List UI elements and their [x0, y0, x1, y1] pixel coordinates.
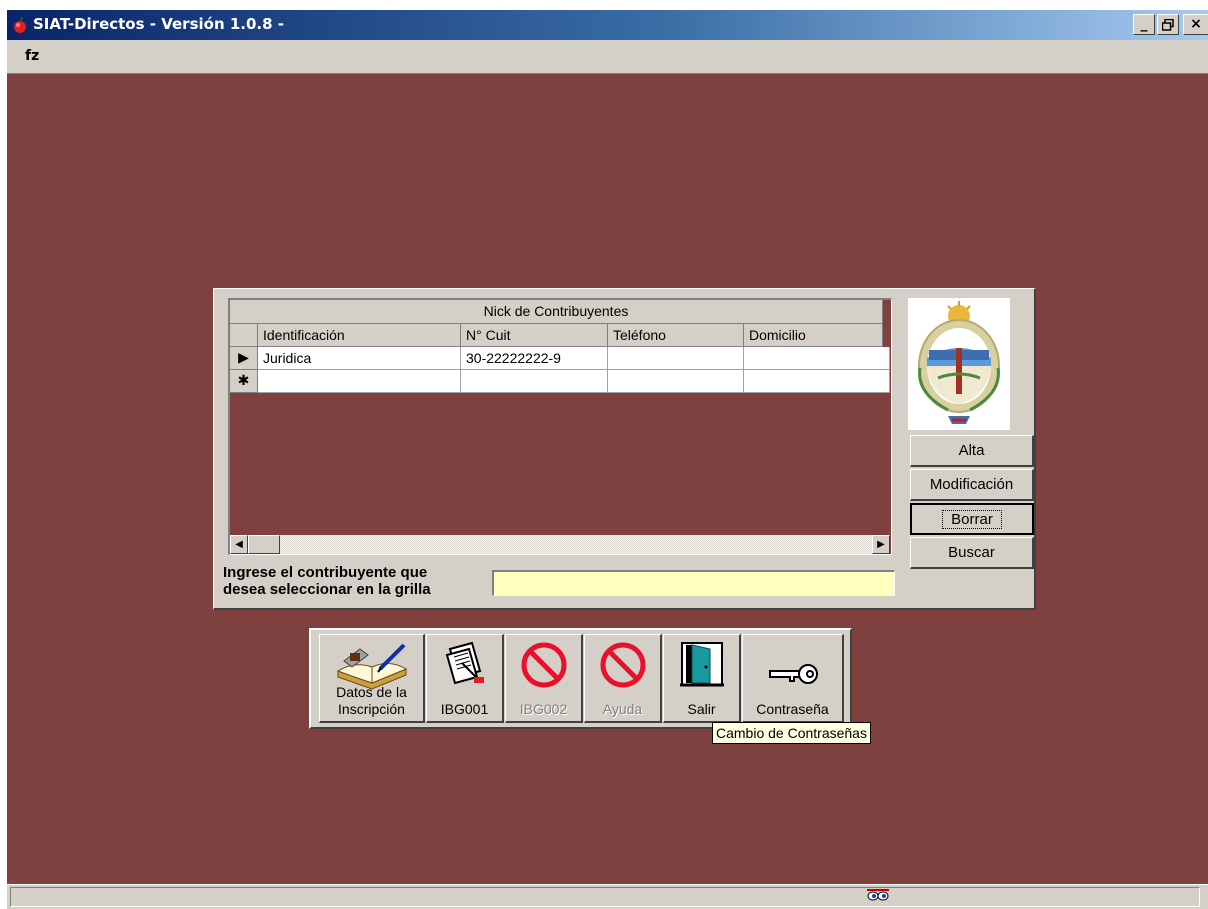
grid-corner-header — [230, 324, 258, 347]
status-bar — [7, 884, 1208, 909]
ibg001-button[interactable]: IBG001 — [426, 634, 504, 723]
ibg002-label: IBG002 — [519, 701, 568, 717]
scroll-thumb[interactable] — [248, 535, 280, 554]
table-cell[interactable] — [258, 370, 461, 393]
salir-label: Salir — [687, 701, 716, 717]
row-indicator-current[interactable]: ▶ — [230, 347, 258, 370]
column-header-domicilio[interactable]: Domicilio — [744, 324, 883, 347]
contrasena-button[interactable]: Contraseña — [742, 634, 844, 723]
title-bar[interactable]: SIAT-Directos - Versión 1.0.8 - _ × — [7, 10, 1208, 40]
key-icon — [768, 664, 818, 684]
salir-button[interactable]: Salir — [663, 634, 741, 723]
contrasena-label: Contraseña — [756, 701, 829, 717]
datos-inscripcion-label-line2: Inscripción — [338, 701, 405, 717]
datos-inscripcion-button[interactable]: Datos de la Inscripción — [319, 634, 425, 723]
coat-of-arms-icon — [908, 298, 1010, 430]
door-icon — [679, 642, 724, 687]
forbidden-icon — [521, 642, 566, 688]
alta-button[interactable]: Alta — [910, 435, 1034, 467]
search-label-line1: Ingrese el contribuyente que — [223, 564, 428, 581]
modificacion-button[interactable]: Modificación — [910, 469, 1034, 501]
main-toolbar: Datos de la Inscripción IBG001 IBG002 Ay… — [309, 628, 852, 729]
table-cell[interactable] — [608, 370, 744, 393]
tooltip: Cambio de Contraseñas — [712, 722, 871, 744]
restore-icon — [1161, 18, 1174, 31]
table-cell[interactable]: Juridica — [258, 347, 461, 370]
borrar-button-label: Borrar — [942, 510, 1002, 529]
menu-item-fz[interactable]: fz — [25, 48, 39, 64]
horizontal-scrollbar[interactable]: ◀ ▶ — [230, 535, 890, 554]
eyes-icon — [867, 889, 889, 901]
buscar-button[interactable]: Buscar — [910, 537, 1034, 569]
datos-inscripcion-label: Datos de la Inscripción — [320, 684, 423, 718]
table-cell[interactable]: 30-22222222-9 — [461, 347, 608, 370]
column-header-cuit[interactable]: N° Cuit — [461, 324, 608, 347]
column-header-identificacion[interactable]: Identificación — [258, 324, 461, 347]
status-panel — [10, 887, 1200, 907]
borrar-button[interactable]: Borrar — [910, 503, 1034, 535]
table-cell[interactable] — [744, 370, 890, 393]
forbidden-icon — [600, 642, 645, 688]
contribuyentes-grid[interactable]: Nick de Contribuyentes Identificación N°… — [228, 298, 892, 555]
scroll-left-button[interactable]: ◀ — [230, 535, 248, 554]
table-cell[interactable] — [608, 347, 744, 370]
search-label-line2: desea seleccionar en la grilla — [223, 581, 431, 598]
scroll-right-button[interactable]: ▶ — [872, 535, 890, 554]
menu-bar: fz — [7, 40, 1208, 74]
contribuyente-search-input[interactable] — [492, 570, 895, 596]
contribuyentes-panel: Nick de Contribuyentes Identificación N°… — [213, 288, 1036, 610]
maximize-button[interactable] — [1157, 14, 1179, 35]
table-cell[interactable] — [744, 347, 890, 370]
grid-caption: Nick de Contribuyentes — [230, 300, 883, 324]
window-title: SIAT-Directos - Versión 1.0.8 - — [33, 15, 285, 33]
document-icon — [445, 641, 484, 685]
datos-inscripcion-label-line1: Datos de la — [336, 684, 407, 700]
app-icon — [14, 17, 26, 33]
search-label: Ingrese el contribuyente que desea selec… — [223, 564, 493, 598]
row-indicator-new[interactable]: ✱ — [230, 370, 258, 393]
table-cell[interactable] — [461, 370, 608, 393]
minimize-button[interactable]: _ — [1133, 14, 1155, 35]
ayuda-button[interactable]: Ayuda — [584, 634, 662, 723]
ibg002-button[interactable]: IBG002 — [505, 634, 583, 723]
column-header-telefono[interactable]: Teléfono — [608, 324, 744, 347]
close-button[interactable]: × — [1183, 14, 1208, 35]
ibg001-label: IBG001 — [440, 701, 489, 717]
ayuda-label: Ayuda — [602, 701, 643, 717]
